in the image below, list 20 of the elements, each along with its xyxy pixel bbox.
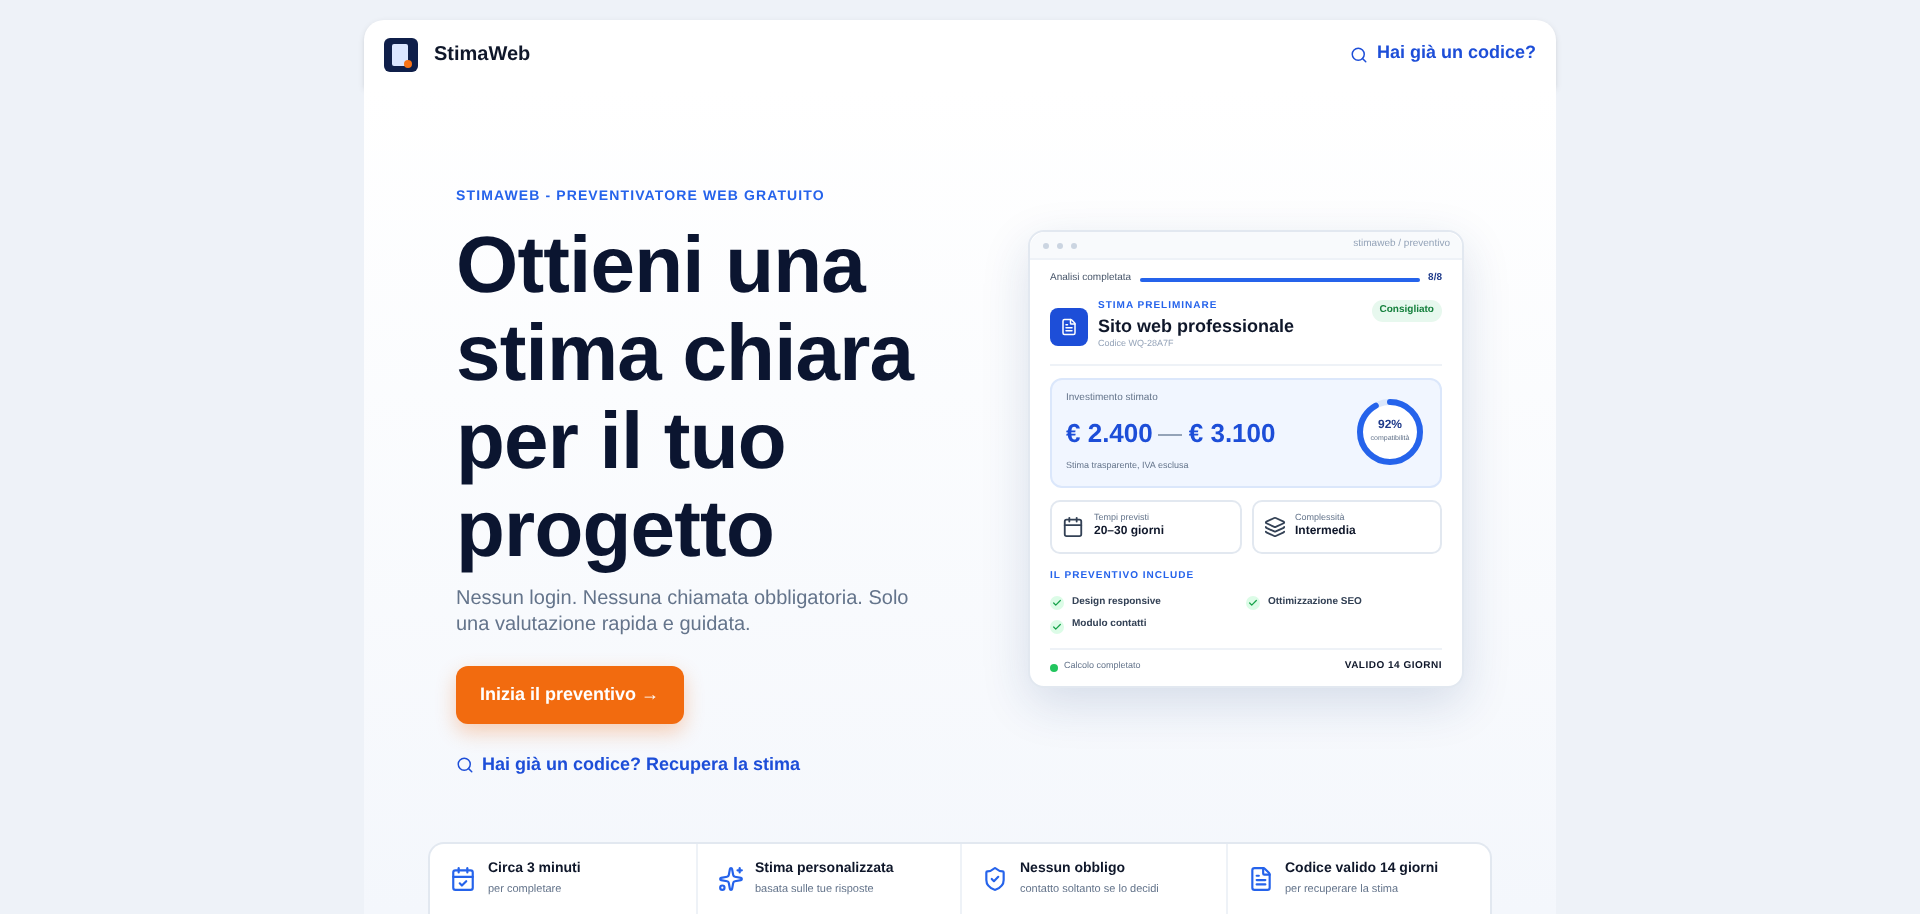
search-icon bbox=[456, 756, 474, 775]
layers-icon bbox=[1263, 515, 1285, 538]
shield-icon bbox=[982, 866, 1008, 892]
compatibility-gauge bbox=[1354, 396, 1426, 469]
brand-name: StimaWeb bbox=[434, 41, 531, 69]
document-icon bbox=[1247, 866, 1273, 892]
hero-title: Ottieni una stima chiara per il tuo progetto bbox=[456, 221, 916, 573]
code-link[interactable]: Hai già un codice? bbox=[1350, 40, 1536, 68]
price-low: € 2.400 bbox=[1066, 416, 1153, 453]
window-dots-icon bbox=[1042, 241, 1078, 249]
logo-icon bbox=[384, 37, 418, 71]
document-icon bbox=[1050, 307, 1088, 345]
calendar-icon bbox=[1062, 515, 1084, 538]
recover-link[interactable]: Hai già un codice? Recupera la stima bbox=[456, 752, 801, 779]
sparkle-icon bbox=[717, 866, 743, 892]
price-high: € 3.100 bbox=[1188, 416, 1276, 453]
calendar-icon bbox=[450, 866, 476, 892]
card-title: Sito web professionale bbox=[1098, 314, 1297, 338]
search-icon bbox=[1350, 45, 1369, 63]
hero-subtitle: Nessun login. Nessuna chiamata obbligatoria. Solo una valutazione rapida e guidata. bbox=[456, 585, 911, 637]
